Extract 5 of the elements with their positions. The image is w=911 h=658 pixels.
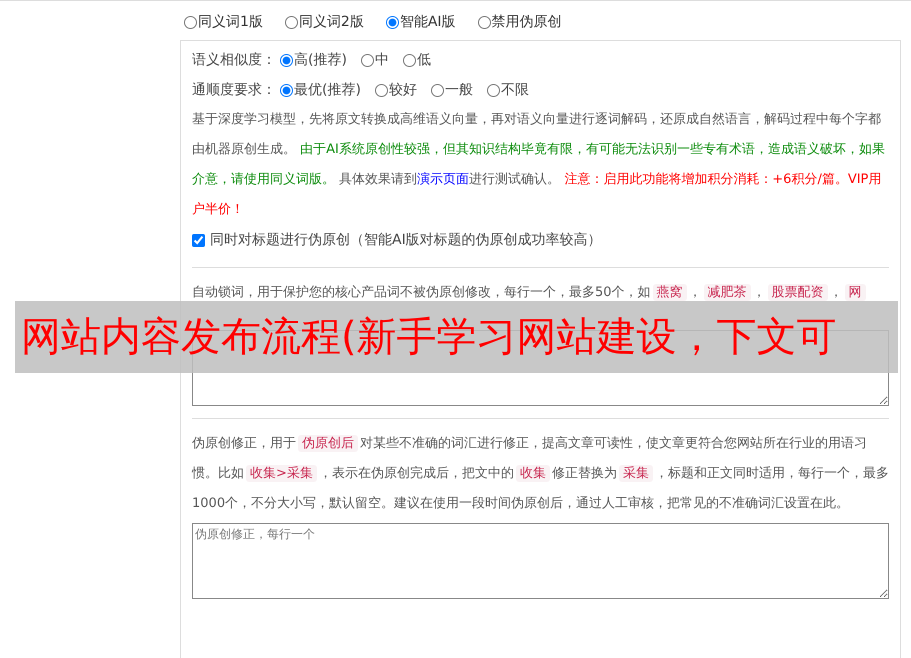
description-text: 基于深度学习模型，先将原文转换成高维语义向量，再对语义向量进行逐词解码，还原成自然语言，解码过程中每个字都由机器原创生成。 由于AI系统原创性较强，但其知识结构毕竟有限，有可能无法识别一些专有术语，造成语义破坏，如果介意，请使用同义词版。 具体效果请到演示页面进行测试确认。 注意：启用此功能将增加积分消耗：+6积分/篇。VIP用户半价！ bbox=[192, 111, 886, 219]
correction-description: 伪原创修正，用于 伪原创后 对某些不准确的词汇进行修正，提高文章可读性，使文章更符合您网站所在行业的用语习惯。比如 收集>采集 ，表示在伪原创完成后，把文中的 收集 修正替换为 采集 ，标题和正文同时适用，每行一个，最多1000个，不分大小写，默认留空。建议在使用一段时间伪原创后，通过人工审核，把常见的不准确词汇设置在此。 bbox=[192, 434, 889, 513]
setting-label: 通顺度要求： bbox=[192, 81, 276, 99]
setting-label: 语义相似度： bbox=[192, 51, 276, 69]
title-banner-overlay: 网站内容发布流程(新手学习网站建设，下文可 bbox=[15, 301, 898, 373]
